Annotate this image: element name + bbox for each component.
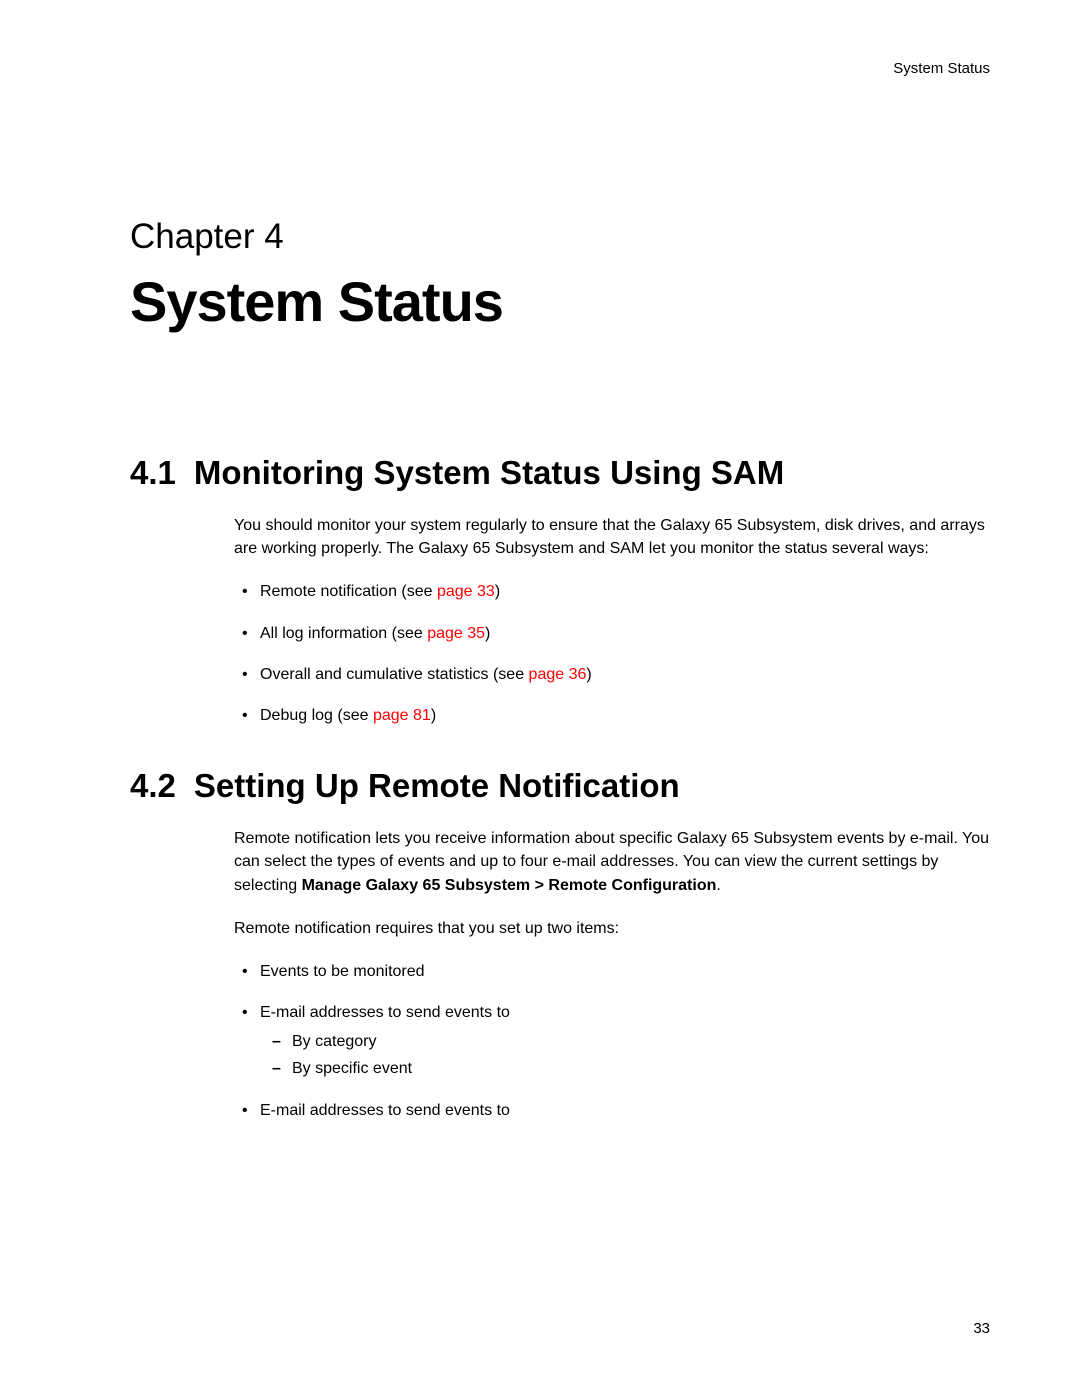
section-heading: 4.2 Setting Up Remote Notification: [130, 767, 990, 805]
list-item: E-mail addresses to send events to: [260, 1099, 990, 1122]
list-suffix: ): [586, 666, 591, 683]
running-header: System Status: [130, 60, 990, 77]
section-intro: You should monitor your system regularly…: [234, 514, 990, 560]
section-para: Remote notification requires that you se…: [234, 917, 990, 940]
sub-list: By category By specific event: [260, 1030, 990, 1080]
list-text: Events to be monitored: [260, 963, 425, 980]
section-heading: 4.1 Monitoring System Status Using SAM: [130, 454, 990, 492]
list-item: All log information (see page 35): [260, 622, 990, 645]
section-title: Setting Up Remote Notification: [194, 767, 680, 805]
list-suffix: ): [495, 583, 500, 600]
list-text: Debug log (see: [260, 707, 373, 724]
list-item: Remote notification (see page 33): [260, 580, 990, 603]
sub-list-item: By category: [292, 1030, 990, 1053]
list-text: All log information (see: [260, 625, 427, 642]
list-suffix: ): [485, 625, 490, 642]
list-suffix: ): [431, 707, 436, 724]
section-number: 4.1: [130, 454, 176, 492]
section-4-2: 4.2 Setting Up Remote Notification Remot…: [130, 767, 990, 1122]
list-text: E-mail addresses to send events to: [260, 1102, 510, 1119]
section-intro: Remote notification lets you receive inf…: [234, 827, 990, 897]
list-text: Overall and cumulative statistics (see: [260, 666, 529, 683]
section-4-1: 4.1 Monitoring System Status Using SAM Y…: [130, 454, 990, 727]
chapter-label: Chapter 4: [130, 217, 990, 257]
intro-after: .: [716, 877, 720, 894]
bullet-list: Events to be monitored E-mail addresses …: [234, 960, 990, 1122]
page-link[interactable]: page 35: [427, 625, 485, 642]
list-item: E-mail addresses to send events to By ca…: [260, 1001, 990, 1081]
intro-bold: Manage Galaxy 65 Subsystem > Remote Conf…: [302, 877, 717, 894]
sub-list-item: By specific event: [292, 1057, 990, 1080]
list-item: Debug log (see page 81): [260, 704, 990, 727]
section-title: Monitoring System Status Using SAM: [194, 454, 784, 492]
page-link[interactable]: page 81: [373, 707, 431, 724]
section-number: 4.2: [130, 767, 176, 805]
bullet-list: Remote notification (see page 33) All lo…: [234, 580, 990, 727]
list-text: E-mail addresses to send events to: [260, 1004, 510, 1021]
list-item: Events to be monitored: [260, 960, 990, 983]
page-link[interactable]: page 36: [529, 666, 587, 683]
list-text: Remote notification (see: [260, 583, 437, 600]
list-item: Overall and cumulative statistics (see p…: [260, 663, 990, 686]
chapter-title: System Status: [130, 269, 990, 334]
page-number: 33: [973, 1320, 990, 1337]
page-link[interactable]: page 33: [437, 583, 495, 600]
